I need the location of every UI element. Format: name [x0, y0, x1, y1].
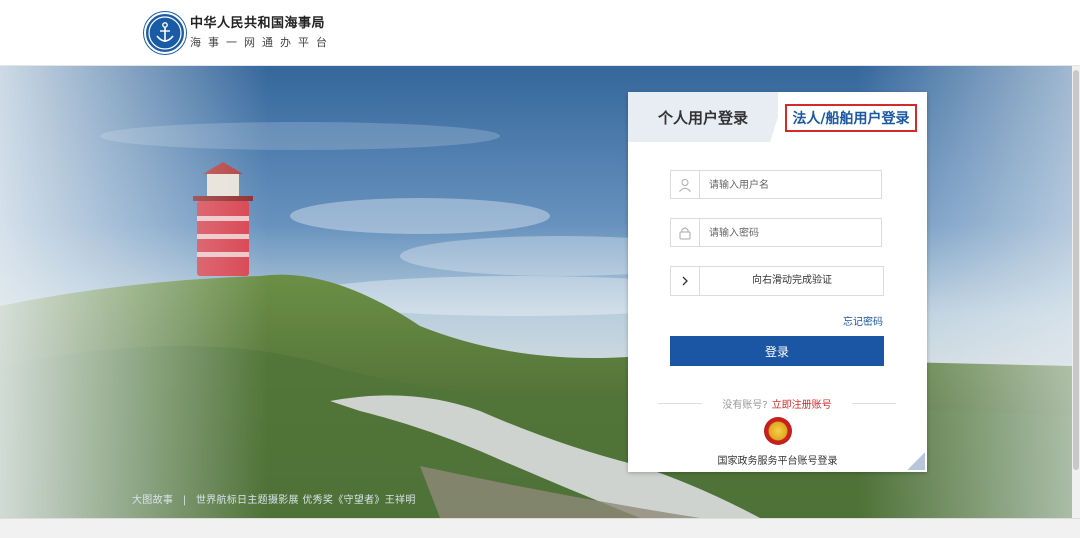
scrollbar-thumb[interactable]: [1073, 70, 1079, 470]
tab-personal-login[interactable]: 个人用户登录: [628, 92, 778, 142]
caption-title: 大图故事: [132, 495, 174, 506]
page-footer: [0, 518, 1080, 538]
site-title: 中华人民共和国海事局: [190, 16, 326, 31]
gov-service-login-link[interactable]: 国家政务服务平台账号登录: [628, 452, 927, 467]
forgot-password-link[interactable]: 忘记密码: [843, 313, 883, 328]
corner-fold-icon: [907, 452, 925, 470]
photo-caption: 大图故事 | 世界航标日主题摄影展 优秀奖《守望者》王祥明: [132, 491, 416, 506]
no-account-label: 没有账号?: [722, 400, 768, 411]
username-field: [670, 170, 882, 199]
login-button[interactable]: 登录: [670, 336, 884, 366]
caption-separator: |: [182, 495, 187, 506]
site-header: 中华人民共和国海事局 海事一网通办平台: [0, 0, 1080, 66]
register-row: 没有账号? 立即注册账号: [658, 395, 896, 411]
password-field: [670, 218, 882, 247]
maritime-logo-icon: [144, 12, 186, 54]
lock-icon: [671, 219, 700, 246]
site-subtitle: 海事一网通办平台: [190, 36, 334, 49]
username-input[interactable]: [707, 175, 881, 196]
national-emblem-icon[interactable]: [764, 417, 792, 445]
slide-verification: 向右滑动完成验证: [670, 266, 884, 296]
tab-corporate-label: 法人/船舶用户登录: [785, 104, 917, 132]
register-text: 没有账号? 立即注册账号: [658, 396, 896, 411]
tab-corporate-login[interactable]: 法人/船舶用户登录: [778, 92, 927, 142]
password-input[interactable]: [707, 223, 881, 244]
user-icon: [671, 171, 700, 198]
register-link[interactable]: 立即注册账号: [772, 400, 832, 411]
slider-instruction: 向右滑动完成验证: [752, 275, 832, 286]
chevron-right-icon[interactable]: [671, 267, 700, 295]
caption-credit: 世界航标日主题摄影展 优秀奖《守望者》王祥明: [195, 495, 416, 506]
login-panel: 个人用户登录 法人/船舶用户登录 向右滑动完成验证 忘记密码 登录 没有账号? 立…: [628, 92, 927, 472]
